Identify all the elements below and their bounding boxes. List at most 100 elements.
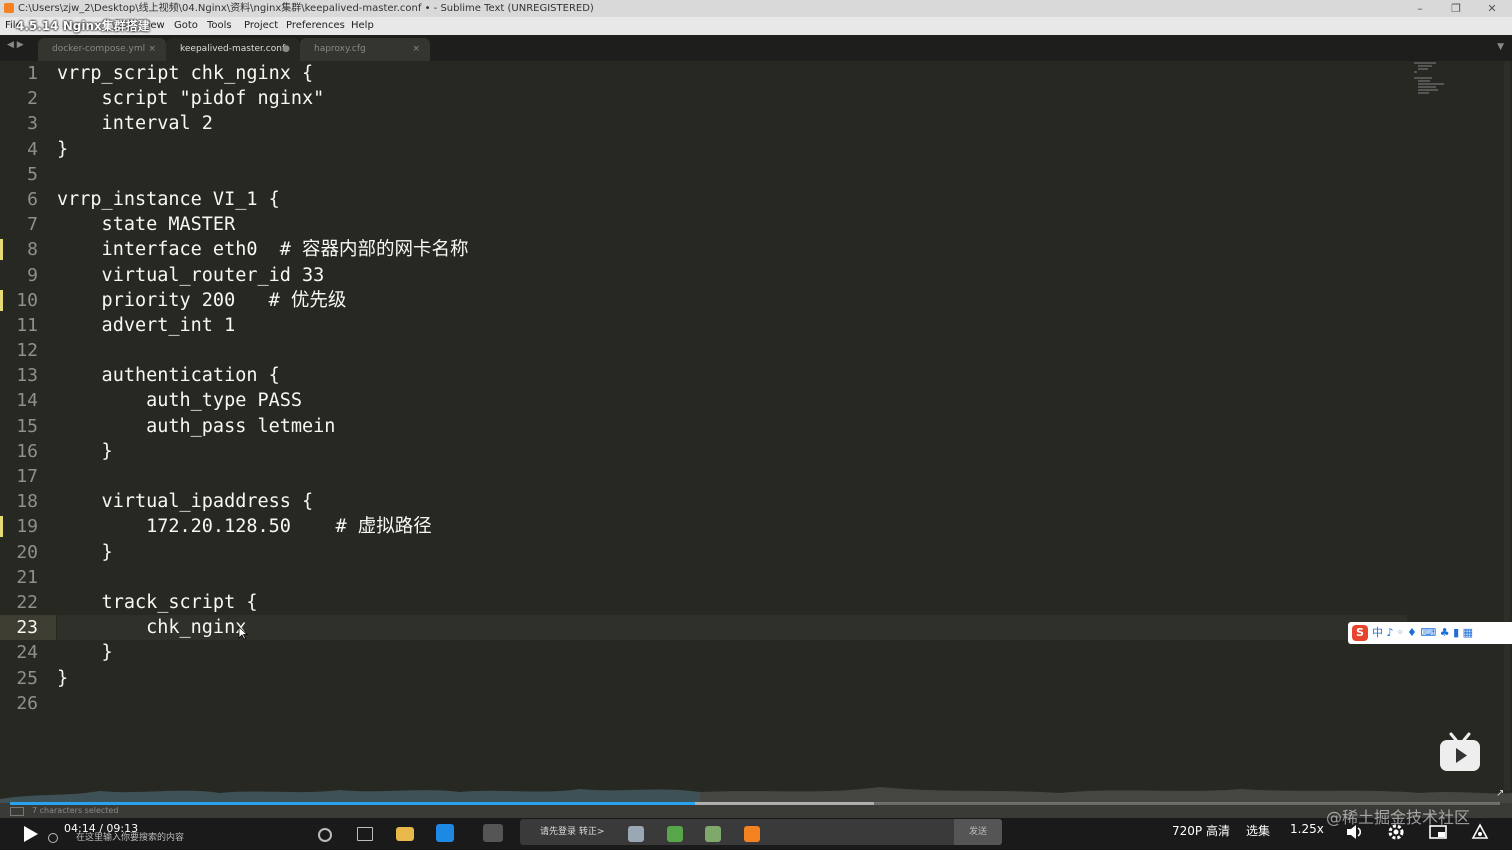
ssh-tool-icon[interactable] bbox=[483, 824, 503, 842]
tab-close-icon[interactable]: × bbox=[148, 38, 156, 61]
spreadsheet-app-icon[interactable] bbox=[705, 826, 721, 842]
line-number: 13 bbox=[0, 363, 56, 388]
line-number: 20 bbox=[0, 540, 56, 565]
code-line[interactable]: } bbox=[57, 137, 1407, 162]
line-number-text: 13 bbox=[16, 365, 38, 387]
notepad-icon[interactable] bbox=[628, 826, 644, 842]
console-toggle-icon[interactable] bbox=[10, 807, 24, 816]
line-number: 23 bbox=[0, 615, 56, 641]
line-number-text: 24 bbox=[16, 642, 38, 664]
line-number: 19 bbox=[0, 514, 56, 539]
code-line[interactable] bbox=[57, 565, 1407, 590]
line-number: 26 bbox=[0, 691, 56, 716]
ime-buttons[interactable]: 中 ♪ ◦ ♦ ⌨ ♣ ▮ ▦ bbox=[1372, 626, 1473, 639]
code-line[interactable]: } bbox=[57, 540, 1407, 565]
terminal-app-icon[interactable] bbox=[667, 826, 683, 842]
time-display: 04:14 / 09:13 bbox=[64, 822, 139, 835]
line-number-text: 8 bbox=[27, 239, 38, 261]
send-button[interactable]: 发送 bbox=[954, 819, 1002, 845]
maximize-button[interactable]: ❐ bbox=[1438, 0, 1474, 17]
line-number-text: 20 bbox=[16, 541, 38, 563]
line-number: 15 bbox=[0, 414, 56, 439]
tab-modified-dot-icon[interactable]: ● bbox=[282, 38, 290, 61]
file-explorer-icon[interactable] bbox=[396, 827, 414, 841]
status-bar: 7 characters selected bbox=[0, 803, 1512, 818]
speed-selector[interactable]: 1.25x bbox=[1290, 822, 1324, 836]
code-editor[interactable]: vrrp_script chk_nginx { script "pidof ng… bbox=[57, 61, 1407, 716]
line-number: 10 bbox=[0, 288, 56, 313]
line-number: 3 bbox=[0, 111, 56, 136]
code-line[interactable]: } bbox=[57, 439, 1407, 464]
code-line[interactable] bbox=[57, 162, 1407, 187]
code-line[interactable]: virtual_router_id 33 bbox=[57, 263, 1407, 288]
menu-tools[interactable]: Tools bbox=[207, 17, 232, 35]
code-line[interactable]: priority 200 # 优先级 bbox=[57, 288, 1407, 313]
code-line[interactable]: state MASTER bbox=[57, 212, 1407, 237]
widescreen-icon[interactable] bbox=[1470, 822, 1490, 842]
code-line[interactable]: interval 2 bbox=[57, 111, 1407, 136]
code-line[interactable]: } bbox=[57, 666, 1407, 691]
sogou-logo-icon: S bbox=[1352, 625, 1368, 641]
minimap[interactable] bbox=[1414, 62, 1454, 102]
line-number-text: 9 bbox=[27, 264, 38, 286]
line-number-text: 4 bbox=[27, 138, 38, 160]
bilibili-logo-icon bbox=[1440, 732, 1480, 771]
line-number: 4 bbox=[0, 137, 56, 162]
quality-selector[interactable]: 720P 高清 bbox=[1172, 822, 1230, 839]
code-line[interactable]: virtual_ipaddress { bbox=[57, 489, 1407, 514]
fullscreen-arrow-icon[interactable]: ↗ bbox=[1496, 788, 1504, 799]
audio-waveform bbox=[0, 787, 1512, 805]
menu-project[interactable]: Project bbox=[244, 17, 278, 35]
task-view-icon[interactable] bbox=[357, 827, 373, 841]
search-icon bbox=[48, 832, 58, 843]
video-title: 4.5.14 Nginx集群搭建 bbox=[16, 19, 150, 33]
tab-label: haproxy.cfg bbox=[314, 44, 366, 54]
tab-keepalived-master[interactable]: keepalived-master.conf ● bbox=[166, 38, 300, 61]
tab-bar: ◀ ▶ docker-compose.yml × keepalived-mast… bbox=[0, 35, 1512, 61]
line-number: 24 bbox=[0, 640, 56, 665]
close-button[interactable]: ✕ bbox=[1474, 0, 1510, 17]
line-number: 14 bbox=[0, 388, 56, 413]
line-number-text: 14 bbox=[16, 390, 38, 412]
code-line[interactable] bbox=[57, 691, 1407, 716]
mouse-cursor-icon bbox=[238, 626, 248, 640]
tab-dropdown-icon[interactable]: ▼ bbox=[1497, 42, 1504, 52]
window-titlebar: C:\Users\zjw_2\Desktop\线上视频\04.Nginx\资料\… bbox=[0, 0, 1512, 17]
sublime-taskbar-icon[interactable] bbox=[744, 826, 760, 842]
tab-close-icon[interactable]: × bbox=[412, 38, 420, 61]
code-line[interactable]: authentication { bbox=[57, 363, 1407, 388]
window-title: C:\Users\zjw_2\Desktop\线上视频\04.Nginx\资料\… bbox=[18, 3, 594, 14]
menu-help[interactable]: Help bbox=[351, 17, 374, 35]
tab-nav-arrows-icon[interactable]: ◀ ▶ bbox=[7, 40, 24, 50]
code-line[interactable]: 172.20.128.50 # 虚拟路径 bbox=[57, 514, 1407, 539]
edge-browser-icon[interactable] bbox=[436, 824, 454, 842]
code-line[interactable]: vrrp_instance VI_1 { bbox=[57, 187, 1407, 212]
minimize-button[interactable]: – bbox=[1402, 0, 1438, 17]
code-line[interactable]: advert_int 1 bbox=[57, 313, 1407, 338]
menu-goto[interactable]: Goto bbox=[174, 17, 198, 35]
code-line[interactable] bbox=[57, 464, 1407, 489]
code-line[interactable]: chk_nginx bbox=[57, 615, 1407, 641]
ime-toolbar[interactable]: S 中 ♪ ◦ ♦ ⌨ ♣ ▮ ▦ bbox=[1348, 622, 1512, 644]
code-line[interactable]: script "pidof nginx" bbox=[57, 86, 1407, 111]
danmaku-input[interactable]: 请先登录 转正> 发送 bbox=[520, 819, 1002, 845]
video-progress-bar[interactable] bbox=[10, 802, 1500, 805]
cortana-icon[interactable] bbox=[318, 828, 332, 842]
code-line[interactable]: auth_type PASS bbox=[57, 388, 1407, 413]
menu-preferences[interactable]: Preferences bbox=[286, 17, 345, 35]
tab-haproxy[interactable]: haproxy.cfg × bbox=[300, 38, 430, 61]
line-number-text: 2 bbox=[27, 88, 38, 110]
code-line[interactable] bbox=[57, 338, 1407, 363]
line-number: 25 bbox=[0, 666, 56, 691]
code-line[interactable]: } bbox=[57, 640, 1407, 665]
line-number: 7 bbox=[0, 212, 56, 237]
play-icon[interactable] bbox=[20, 824, 40, 844]
code-line[interactable]: interface eth0 # 容器内部的网卡名称 bbox=[57, 237, 1407, 262]
code-line[interactable]: auth_pass letmein bbox=[57, 414, 1407, 439]
tab-docker-compose[interactable]: docker-compose.yml × bbox=[38, 38, 166, 61]
vertical-scrollbar[interactable] bbox=[1504, 61, 1510, 791]
code-line[interactable]: vrrp_script chk_nginx { bbox=[57, 61, 1407, 86]
code-line[interactable]: track_script { bbox=[57, 590, 1407, 615]
line-number-text: 17 bbox=[16, 466, 38, 487]
episodes-button[interactable]: 选集 bbox=[1246, 822, 1270, 839]
